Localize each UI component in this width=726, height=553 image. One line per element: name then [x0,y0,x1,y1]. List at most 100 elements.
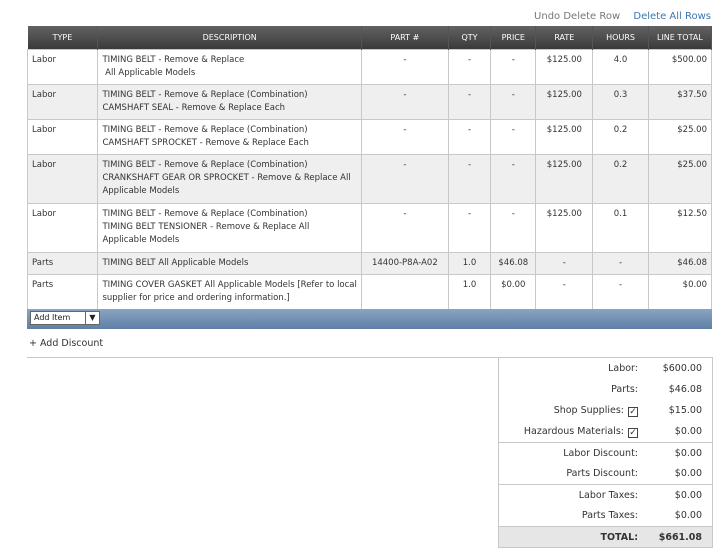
description-line: Applicable Models [102,234,180,245]
hazardous-materials-checkbox[interactable]: ✓ [628,427,638,438]
label: Labor Taxes: [578,489,638,501]
col-qty: QTY [448,26,492,49]
label: Parts: [611,384,638,395]
cell-hours: - [592,273,649,310]
table-header: TYPE DESCRIPTION PART # QTY PRICE RATE H… [27,26,713,49]
labor-total-row: Labor: $600.00 [499,358,712,379]
description-line: TIMING BELT TENSIONER - Remove & Replace… [102,221,310,232]
col-part: PART # [361,26,449,49]
cell-part-number [360,273,449,310]
cell-qty: - [447,118,492,155]
cell-line-total: $37.50 [647,83,713,120]
description-line: TIMING BELT - Remove & Replace (Combinat… [102,89,308,100]
cell-rate: $125.00 [535,202,594,253]
cell-hours: 0.3 [592,83,649,120]
totals-panel: Labor: $600.00 Parts: $46.08 Shop Supplies… [498,357,713,548]
cell-part-number: - [360,48,449,85]
add-item-selected: Add Item [34,313,71,322]
value: $46.08 [668,384,702,395]
hazardous-materials-row: Hazardous Materials: ✓ $0.00 [499,421,712,442]
description-line: TIMING BELT - Remove & Replace (Combinat… [102,159,308,170]
add-item-select[interactable]: Add Item ▼ [30,311,100,325]
cell-price: - [490,202,537,253]
table-row[interactable]: Labor TIMING BELT - Remove & Replace (Com… [26,83,713,120]
cell-qty: - [447,83,492,120]
delete-all-rows-link[interactable]: Delete All Rows [633,11,711,22]
description-line: TIMING BELT - Remove & Replace [102,54,245,65]
cell-price: $0.00 [490,273,537,310]
grand-total-row: TOTAL: $661.08 [499,526,712,547]
chevron-down-icon[interactable]: ▼ [85,312,99,324]
table-row[interactable]: Labor TIMING BELT - Remove & Replace All … [26,48,713,85]
parts-total-row: Parts: $46.08 [499,379,712,400]
col-hours: HOURS [592,26,649,49]
description-line: TIMING BELT All Applicable Models [102,257,249,268]
cell-part-number: - [360,202,449,253]
cell-line-total: $25.00 [647,153,713,204]
label: Shop Supplies: ✓ [553,404,638,417]
cell-line-total: $25.00 [647,118,713,155]
cell-price: - [490,153,537,204]
cell-price: - [490,48,537,85]
undo-delete-row-link[interactable]: Undo Delete Row [534,11,620,22]
value: $0.00 [674,426,702,437]
value: $0.00 [674,468,702,479]
cell-rate: - [535,273,594,310]
top-actions: Undo Delete Row Delete All Rows [524,11,711,22]
description-line: CRANKSHAFT GEAR OR SPROCKET - Remove & R… [102,172,351,183]
cell-description: TIMING BELT All Applicable Models [97,251,362,275]
parts-taxes-row: Parts Taxes: $0.00 [499,505,712,526]
cell-hours: 0.2 [592,153,649,204]
label: TOTAL: [600,531,638,543]
label: Hazardous Materials: ✓ [523,425,638,438]
label: Labor: [608,363,638,374]
parts-discount-row: Parts Discount: $0.00 [499,463,712,484]
add-item-bar: Add Item ▼ [27,309,712,329]
add-discount-link[interactable]: + Add Discount [29,338,103,349]
table-row[interactable]: Labor TIMING BELT - Remove & Replace (Com… [26,202,713,253]
cell-description: TIMING BELT - Remove & Replace (Combinat… [97,118,362,155]
value: $661.08 [658,531,702,543]
cell-type: Labor [26,202,99,253]
description-line: CAMSHAFT SPROCKET - Remove & Replace Eac… [102,137,309,148]
cell-rate: $125.00 [535,153,594,204]
col-rate: RATE [535,26,594,49]
table-row[interactable]: Parts TIMING BELT All Applicable Models 14… [26,251,713,275]
cell-hours: 0.1 [592,202,649,253]
cell-qty: 1.0 [447,251,492,275]
value: $0.00 [674,447,702,459]
cell-description: TIMING BELT - Remove & Replace All Appli… [97,48,362,85]
cell-price: - [490,83,537,120]
cell-type: Parts [26,251,99,275]
cell-part-number: 14400-P8A-A02 [360,251,449,275]
cell-line-total: $46.08 [647,251,713,275]
cell-rate: $125.00 [535,83,594,120]
cell-description: TIMING BELT - Remove & Replace (Combinat… [97,153,362,204]
cell-line-total: $12.50 [647,202,713,253]
table-row[interactable]: Parts TIMING COVER GASKET All Applicable … [26,273,713,310]
cell-hours: 0.2 [592,118,649,155]
estimate-table: TYPE DESCRIPTION PART # QTY PRICE RATE H… [26,26,713,310]
cell-part-number: - [360,83,449,120]
col-price: PRICE [490,26,537,49]
shop-supplies-row: Shop Supplies: ✓ $15.00 [499,400,712,421]
value: $600.00 [662,363,702,374]
description-line: supplier for price and ordering informat… [102,292,290,303]
shop-supplies-checkbox[interactable]: ✓ [628,406,638,417]
description-line: TIMING BELT - Remove & Replace (Combinat… [102,124,308,135]
cell-qty: - [447,202,492,253]
cell-type: Labor [26,118,99,155]
table-row[interactable]: Labor TIMING BELT - Remove & Replace (Com… [26,118,713,155]
col-line-total: LINE TOTAL [648,26,713,49]
label: Parts Discount: [566,468,638,479]
cell-part-number: - [360,118,449,155]
description-line: TIMING COVER GASKET All Applicable Model… [102,279,357,290]
table-row[interactable]: Labor TIMING BELT - Remove & Replace (Com… [26,153,713,204]
label: Labor Discount: [563,447,638,459]
col-description: DESCRIPTION [97,26,362,49]
cell-part-number: - [360,153,449,204]
description-line: TIMING BELT - Remove & Replace (Combinat… [102,208,308,219]
cell-qty: - [447,153,492,204]
cell-description: TIMING COVER GASKET All Applicable Model… [97,273,362,310]
cell-line-total: $0.00 [647,273,713,310]
